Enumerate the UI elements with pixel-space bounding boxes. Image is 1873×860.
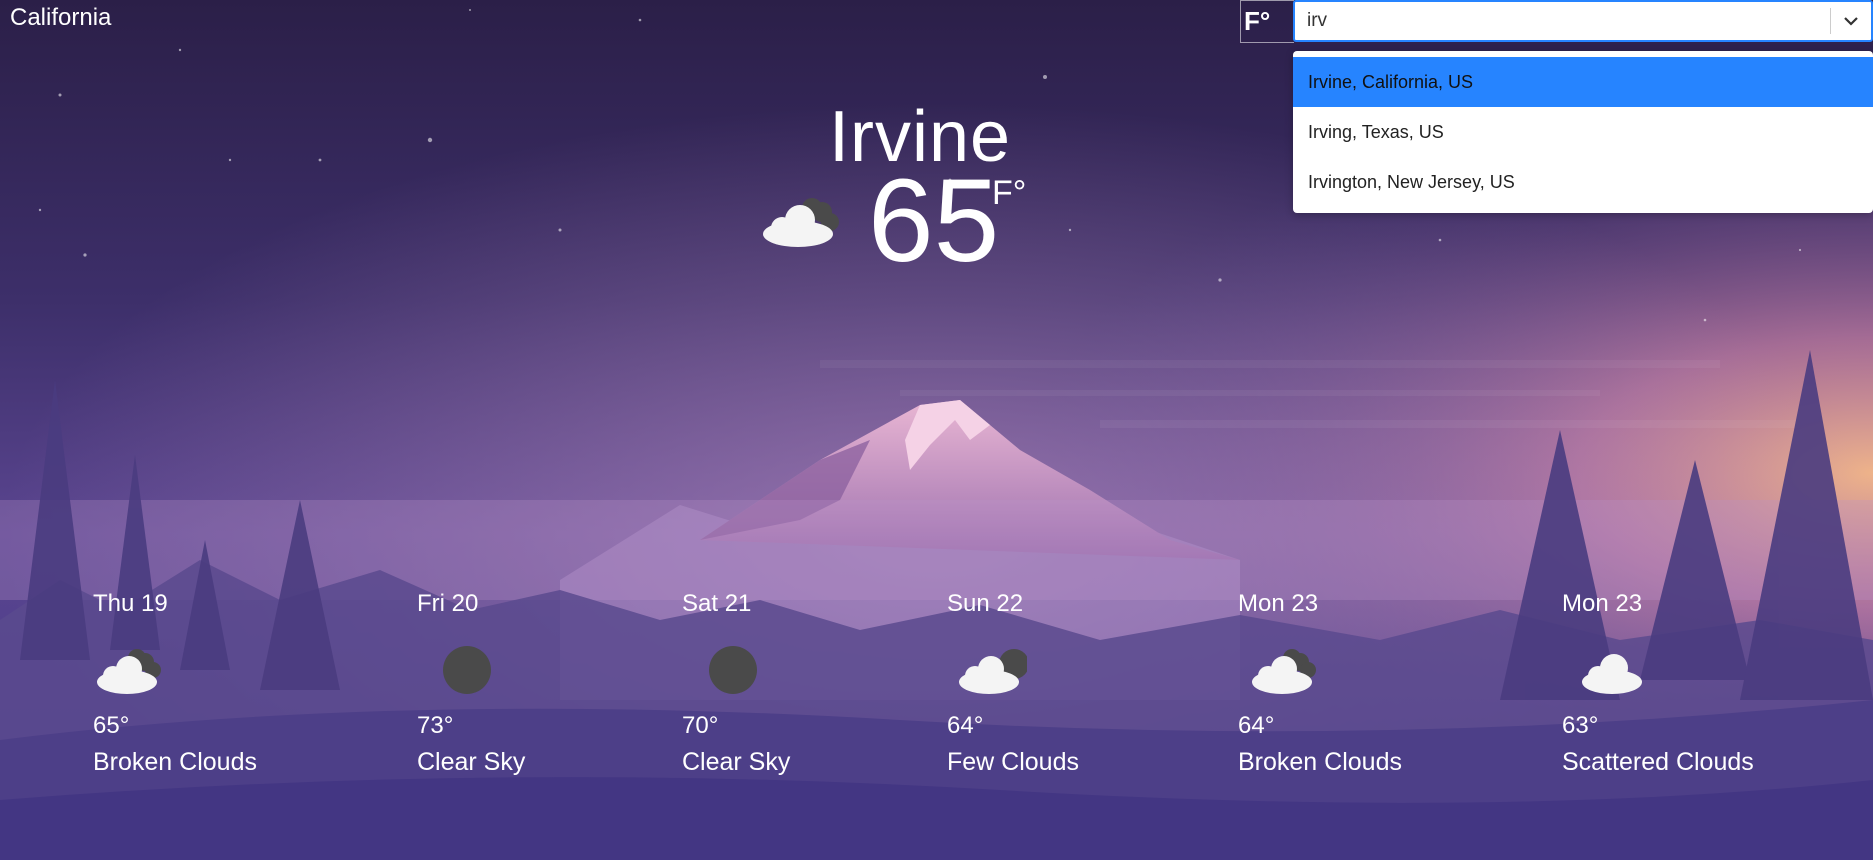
broken-clouds-icon bbox=[97, 649, 161, 694]
forecast-day-label: Mon 23 bbox=[1238, 590, 1319, 617]
forecast-temp: 64° bbox=[947, 712, 984, 739]
scattered-clouds-icon bbox=[1582, 654, 1642, 694]
forecast-day-label: Sat 21 bbox=[682, 590, 752, 617]
clear-sky-night-icon bbox=[443, 646, 491, 694]
current-temperature: 65 F° bbox=[760, 162, 1080, 298]
forecast-day-label: Mon 23 bbox=[1562, 590, 1643, 617]
forecast-day: Mon 23 64° Broken Clouds bbox=[1238, 590, 1468, 777]
forecast-day: Fri 20 73° Clear Sky bbox=[417, 590, 647, 777]
forecast-description: Clear Sky bbox=[417, 748, 526, 776]
broken-clouds-icon bbox=[763, 198, 839, 247]
forecast-day-label: Fri 20 bbox=[417, 590, 479, 617]
forecast-day: Sun 22 64° Few Clouds bbox=[947, 590, 1177, 777]
forecast-description: Clear Sky bbox=[682, 748, 791, 776]
forecast-day: Sat 21 70° Clear Sky bbox=[682, 590, 912, 777]
forecast-temp: 70° bbox=[682, 712, 719, 739]
few-clouds-icon bbox=[959, 649, 1029, 694]
forecast-day: Mon 23 63° Scattered Clouds bbox=[1562, 590, 1792, 777]
forecast-temp: 65° bbox=[93, 712, 130, 739]
unit-toggle-button[interactable]: F° bbox=[1240, 0, 1294, 43]
forecast-day: Thu 19 65° Broken Clouds bbox=[93, 590, 323, 777]
forecast-description: Broken Clouds bbox=[1238, 748, 1402, 776]
forecast-temp: 63° bbox=[1562, 712, 1599, 739]
forecast-description: Scattered Clouds bbox=[1562, 748, 1754, 776]
forecast-description: Broken Clouds bbox=[93, 748, 257, 776]
location-search[interactable] bbox=[1293, 0, 1873, 42]
forecast-temp: 64° bbox=[1238, 712, 1275, 739]
chevron-down-icon[interactable] bbox=[1831, 2, 1871, 40]
forecast-description: Few Clouds bbox=[947, 748, 1079, 776]
header-location: California bbox=[10, 4, 112, 31]
forecast-day-label: Thu 19 bbox=[93, 590, 168, 617]
temperature-unit: F° bbox=[992, 174, 1027, 212]
clear-sky-night-icon bbox=[709, 646, 757, 694]
broken-clouds-icon bbox=[1252, 649, 1316, 694]
temperature-value: 65 bbox=[868, 155, 1000, 287]
forecast-day-label: Sun 22 bbox=[947, 590, 1024, 617]
search-input[interactable] bbox=[1295, 2, 1830, 40]
forecast-temp: 73° bbox=[417, 712, 454, 739]
